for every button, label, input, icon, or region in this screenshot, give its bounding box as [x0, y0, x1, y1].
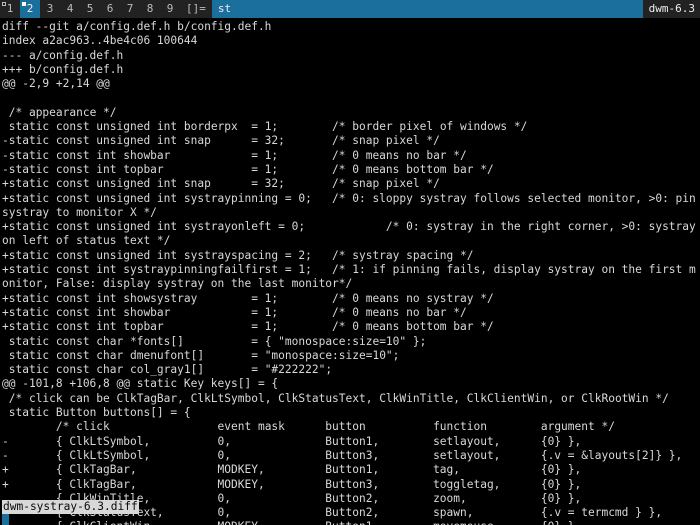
- tag-button-1[interactable]: 1: [0, 0, 20, 18]
- pager-filename-status: dwm-systray-6.3.diff: [2, 499, 139, 514]
- diff-line: /* click can be ClkTagBar, ClkLtSymbol, …: [2, 391, 669, 405]
- pager-content: diff --git a/config.def.h b/config.def.h…: [2, 20, 700, 525]
- diff-line: -static const unsigned int snap = 32; /*…: [2, 134, 440, 148]
- dwm-status-bar: 123456789 []= st dwm-6.3: [0, 0, 700, 18]
- diff-line: -static const int topbar = 1; /* 0 means…: [2, 162, 494, 176]
- tag-button-7[interactable]: 7: [120, 0, 140, 18]
- diff-line: +static const int systraypinningfailfirs…: [2, 263, 696, 291]
- diff-line: +++ b/config.def.h: [2, 62, 124, 76]
- tag-label: 4: [66, 2, 74, 15]
- diff-line: + { ClkTagBar, MODKEY, Button3, toggleta…: [2, 477, 582, 491]
- tag-button-8[interactable]: 8: [140, 0, 160, 18]
- tag-label: 8: [146, 2, 154, 15]
- tag-label: 3: [46, 2, 54, 15]
- layout-symbol-button[interactable]: []=: [180, 0, 212, 18]
- diff-line: - { ClkLtSymbol, 0, Button1, setlayout, …: [2, 434, 582, 448]
- diff-line: /* click event mask button function argu…: [2, 420, 615, 434]
- tag-occupied-indicator-icon: [2, 2, 6, 6]
- window-title[interactable]: st: [211, 0, 643, 18]
- diff-line: + { ClkTagBar, MODKEY, Button1, tag, {0}…: [2, 463, 582, 477]
- tag-label: 9: [166, 2, 174, 15]
- diff-line: diff --git a/config.def.h b/config.def.h: [2, 20, 272, 33]
- diff-line: static Button buttons[] = {: [2, 406, 191, 420]
- tag-button-9[interactable]: 9: [160, 0, 180, 18]
- tag-button-4[interactable]: 4: [60, 0, 80, 18]
- diff-line: { ClkClientWin, MODKEY, Button1, movemou…: [2, 520, 700, 525]
- tag-label: 1: [6, 2, 14, 15]
- diff-line: +static const int topbar = 1; /* 0 means…: [2, 320, 494, 334]
- terminal-cursor: [2, 514, 9, 525]
- diff-line: +static const int showbar = 1; /* 0 mean…: [2, 305, 467, 319]
- diff-line: @@ -101,8 +106,8 @@ static Key keys[] = …: [2, 377, 279, 391]
- tag-button-2[interactable]: 2: [20, 0, 40, 18]
- diff-line: static const char *fonts[] = { "monospac…: [2, 334, 427, 348]
- tag-label: 6: [106, 2, 114, 15]
- diff-line: static const unsigned int borderpx = 1; …: [2, 120, 528, 134]
- terminal-window[interactable]: diff --git a/config.def.h b/config.def.h…: [0, 18, 700, 525]
- tag-button-6[interactable]: 6: [100, 0, 120, 18]
- status-text[interactable]: dwm-6.3: [642, 0, 700, 18]
- diff-line: +static const unsigned int systrayonleft…: [2, 220, 696, 248]
- diff-line: [2, 91, 700, 105]
- diff-line: -static const int showbar = 1; /* 0 mean…: [2, 148, 467, 162]
- diff-line: - { ClkLtSymbol, 0, Button3, setlayout, …: [2, 448, 683, 462]
- diff-line: static const char dmenufont[] = "monospa…: [2, 348, 400, 362]
- diff-line: @@ -2,9 +2,14 @@: [2, 77, 110, 91]
- tag-button-5[interactable]: 5: [80, 0, 100, 18]
- diff-line: /* appearance */: [2, 105, 117, 119]
- tag-button-3[interactable]: 3: [40, 0, 60, 18]
- tag-bar[interactable]: 123456789: [0, 0, 180, 18]
- diff-line: static const char col_gray1[] = "#222222…: [2, 363, 333, 377]
- diff-line: --- a/config.def.h: [2, 48, 124, 62]
- diff-line: index a2ac963..4be4c06 100644: [2, 34, 198, 48]
- diff-line: +static const unsigned int systraypinnin…: [2, 191, 696, 219]
- tag-occupied-indicator-icon: [22, 2, 26, 6]
- tag-label: 7: [126, 2, 134, 15]
- tag-label: 2: [26, 2, 34, 15]
- diff-line: +static const int showsystray = 1; /* 0 …: [2, 291, 494, 305]
- diff-line: +static const unsigned int snap = 32; /*…: [2, 177, 440, 191]
- tag-label: 5: [86, 2, 94, 15]
- diff-line: +static const unsigned int systrayspacin…: [2, 248, 474, 262]
